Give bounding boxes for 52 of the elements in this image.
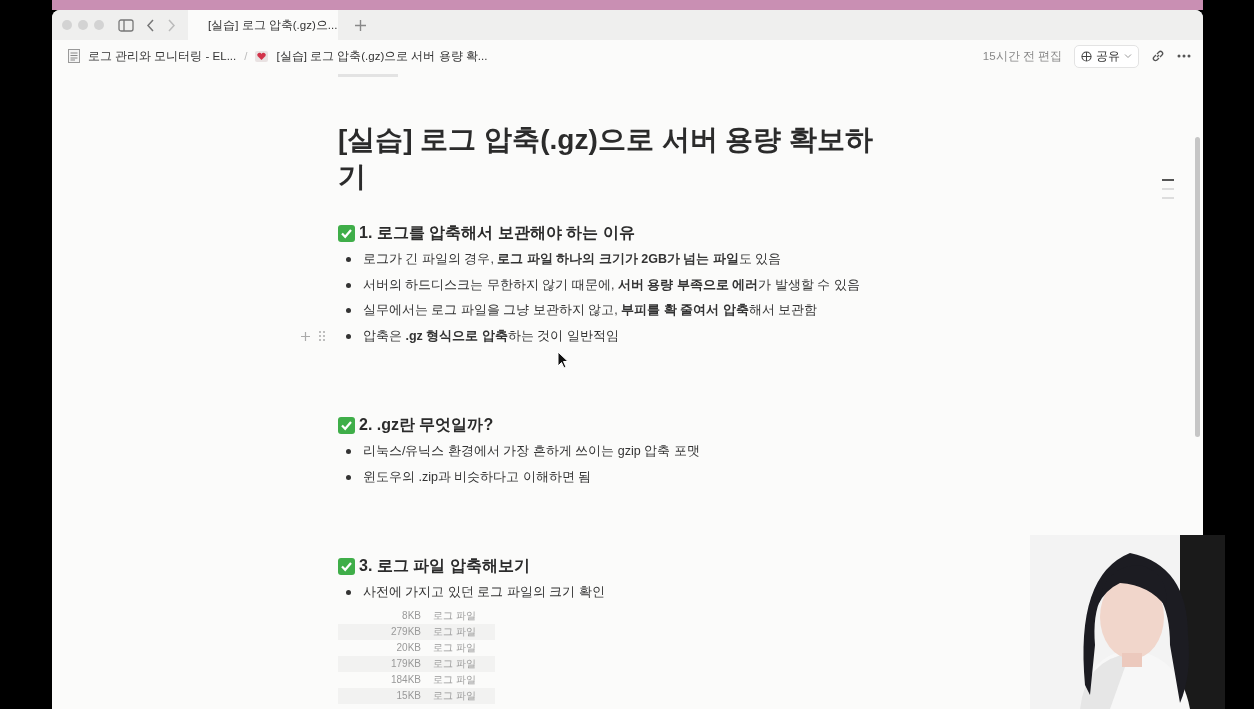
section-heading: 2. .gz란 무엇일까? [359,414,494,435]
file-size: 279KB [389,626,421,637]
bullet-icon [346,590,351,596]
heart-icon [255,50,269,62]
bullet-text: 로그가 긴 파일의 경우, 로그 파일 하나의 크기가 2GB가 넘는 파일도 있음 [363,251,782,269]
bullet-icon [346,282,351,288]
chevron-down-icon [1124,53,1132,59]
file-size: 8KB [401,610,421,621]
file-name: 로그 파일 [433,672,476,687]
mouse-cursor-icon [557,351,569,369]
bullet-icon [346,333,351,339]
bullet-text: 리눅스/유닉스 환경에서 가장 흔하게 쓰이는 gzip 압축 포맷 [363,443,700,461]
share-button[interactable]: 공유 [1074,44,1139,68]
file-size: 20KB [395,642,421,653]
file-name: 로그 파일 [433,608,476,623]
page-title: [실습] 로그 압축(.gz)으로 서버 용량 확보하기 [338,123,875,194]
breadcrumb-separator: / [244,50,248,62]
bullet-text: 압축은 .gz 형식으로 압축하는 것이 일반적임 [363,327,619,345]
file-name: 로그 파일 [433,640,476,655]
outline-icon[interactable] [1162,179,1174,199]
bullet-text: 사전에 가지고 있던 로그 파일의 크기 확인 [363,584,605,602]
new-tab-icon[interactable] [354,18,367,32]
bullet-icon [346,308,351,314]
breadcrumb-item[interactable]: [실습] 로그 압축(.gz)으로 서버 용량 확... [255,48,488,64]
file-name: 로그 파일 [433,656,476,671]
check-icon [338,557,355,575]
breadcrumb-item[interactable]: 로그 관리와 모니터링 - EL... [68,48,237,64]
section-heading: 1. 로그를 압축해서 보관해야 하는 이유 [359,222,635,243]
bullet-icon [346,449,351,455]
bullet-text: 윈도우의 .zip과 비슷하다고 이해하면 됨 [363,468,592,486]
scrollbar[interactable] [1195,137,1200,437]
bullet-icon [346,474,351,480]
sidebar-icon[interactable] [118,18,134,32]
back-icon[interactable] [146,18,155,32]
browser-tab[interactable]: [실습] 로그 압축(.gz)으... [188,10,338,40]
file-name: 로그 파일 [433,624,476,639]
globe-icon [1081,50,1092,62]
bullet-icon [346,257,351,263]
last-edited-text: 15시간 전 편집 [982,48,1062,64]
link-icon[interactable] [1151,49,1165,63]
bullet-text: 서버의 하드디스크는 무한하지 않기 때문에, 서버 용량 부족으로 에러가 발생할 수 있음 [363,276,860,294]
file-size: 184KB [389,674,421,685]
check-icon [338,416,355,434]
check-icon [338,224,355,242]
block-handle-icon[interactable] [300,330,326,343]
file-size: 179KB [389,658,421,669]
document-icon [68,49,80,63]
section-heading: 3. 로그 파일 압축해보기 [359,555,530,576]
file-size: 15KB [395,690,421,701]
file-name: 로그 파일 [433,688,476,703]
bullet-text: 실무에서는 로그 파일을 그냥 보관하지 않고, 부피를 확 줄여서 압축해서 보관함 [363,302,818,320]
more-icon[interactable] [1177,54,1191,58]
